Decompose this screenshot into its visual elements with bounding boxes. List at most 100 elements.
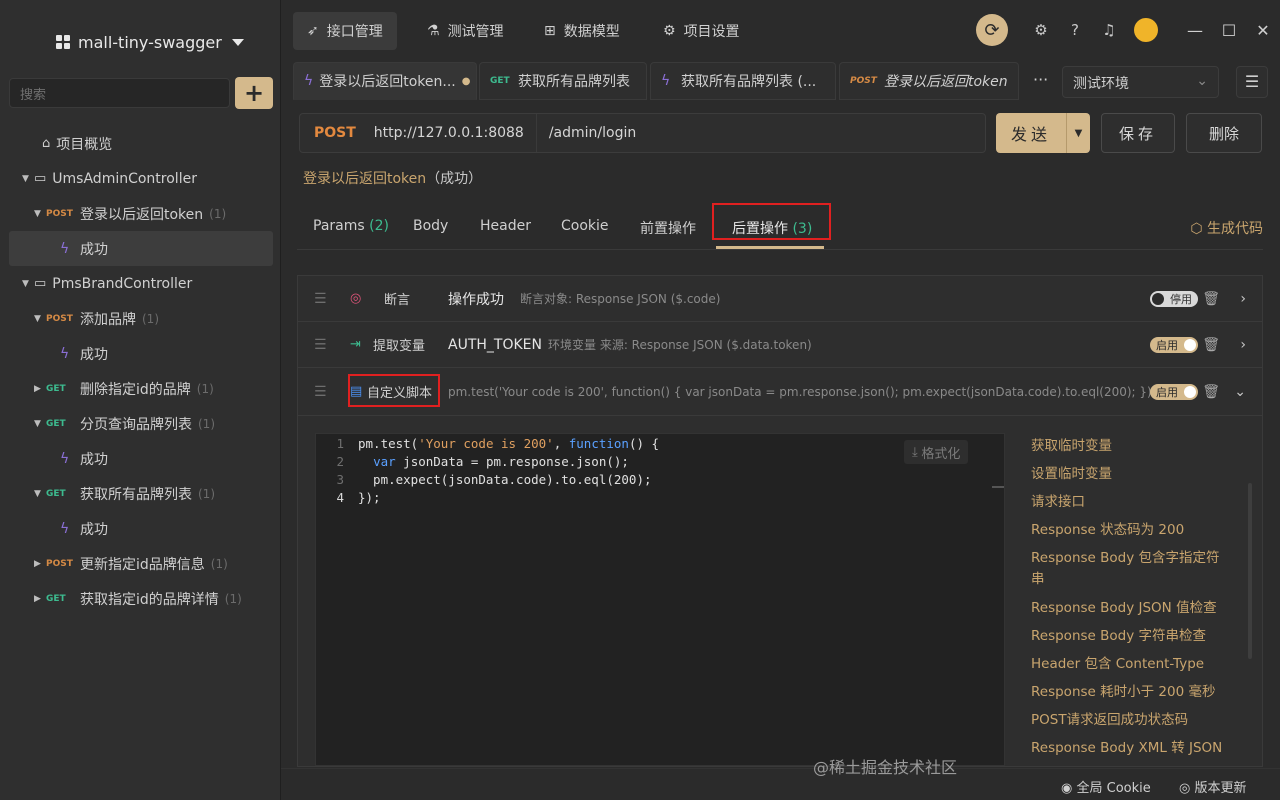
tab-cookie[interactable]: Cookie (561, 218, 609, 234)
snippet-link[interactable]: Response Body JSON 值检查 (1031, 598, 1231, 619)
environment-select[interactable]: 测试环境 ⌄ (1062, 66, 1219, 98)
folder-label: UmsAdminController (52, 170, 197, 187)
sync-button[interactable]: ⟳ (976, 14, 1008, 46)
global-cookie-button[interactable]: ◉ 全局 Cookie (1061, 777, 1151, 796)
code-line: 1 pm.test('Your code is 200', function()… (316, 436, 1004, 454)
tab-params[interactable]: Params (2) (313, 218, 389, 234)
tab-api-management[interactable]: ➶ 接口管理 (293, 12, 397, 50)
rocket-icon: ➶ (307, 23, 319, 39)
url-bar[interactable]: POST http://127.0.0.1:8088 /admin/login (299, 113, 986, 153)
version-update-button[interactable]: ◎ 版本更新 (1179, 777, 1247, 796)
request-name[interactable]: 登录以后返回token（成功） (303, 168, 482, 188)
tree-api[interactable]: ▼ POST 添加品牌 (1) (0, 301, 281, 336)
tab-body[interactable]: Body (413, 218, 448, 234)
chevron-right-icon[interactable]: › (1240, 337, 1246, 353)
tree-api[interactable]: ▼ GET 获取所有品牌列表 (1) (0, 476, 281, 511)
maximize-icon[interactable]: ☐ (1212, 21, 1246, 40)
tree-case[interactable]: ϟ 成功 (0, 336, 281, 371)
tree-api[interactable]: ▶ GET 获取指定id的品牌详情 (1) (0, 581, 281, 616)
request-tab[interactable]: ϟ 登录以后返回token... ● (293, 62, 477, 100)
bolt-icon: ϟ (60, 240, 70, 257)
scrollbar[interactable] (1248, 483, 1252, 659)
more-tabs-icon[interactable]: ··· (1033, 70, 1048, 89)
tree-case[interactable]: ϟ 成功 (0, 511, 281, 546)
extract-variable-icon: ⇥ (350, 337, 361, 352)
bolt-icon: ϟ (60, 450, 70, 467)
chevron-down-icon[interactable]: ⌄ (1234, 384, 1246, 400)
generate-code-link[interactable]: ⬡ 生成代码 (1190, 218, 1263, 238)
add-button[interactable]: + (235, 77, 273, 109)
operation-detail: 环境变量 来源: Response JSON ($.data.token) (548, 338, 812, 352)
url-host[interactable]: http://127.0.0.1:8088 (370, 125, 536, 141)
tab-pre-operations[interactable]: 前置操作 (640, 218, 696, 238)
drag-handle-icon[interactable]: ☰ (314, 337, 327, 353)
tab-project-settings[interactable]: ⚙ 项目设置 (649, 12, 754, 50)
snippet-link[interactable]: Header 包含 Content-Type (1031, 654, 1231, 675)
tab-data-model[interactable]: ⊞ 数据模型 (530, 12, 634, 50)
trash-icon[interactable]: 🗑 (1202, 384, 1220, 400)
case-label: 成功 (80, 451, 108, 468)
enable-toggle[interactable]: 启用 (1150, 336, 1198, 353)
snippet-link[interactable]: Response 耗时小于 200 毫秒 (1031, 682, 1231, 703)
enable-toggle[interactable]: 启用 (1150, 383, 1198, 400)
bell-icon[interactable]: ♫ (1092, 21, 1126, 39)
tree-api[interactable]: ▶ GET 删除指定id的品牌 (1) (0, 371, 281, 406)
chevron-down-icon: ▼ (34, 418, 41, 429)
sidebar-item-overview[interactable]: ⌂ 项目概览 (0, 126, 281, 161)
scrollbar[interactable] (992, 486, 1004, 488)
snippet-link[interactable]: Response Body 包含字指定符串 (1031, 548, 1231, 590)
drag-handle-icon[interactable]: ☰ (314, 291, 327, 307)
http-method[interactable]: POST (300, 125, 370, 141)
tree-folder[interactable]: ▼ ▭ PmsBrandController (0, 266, 281, 301)
snippet-link[interactable]: 设置临时变量 (1031, 464, 1231, 485)
tree-case-selected[interactable]: ϟ 成功 (9, 231, 273, 266)
snippet-link[interactable]: Response 状态码为 200 (1031, 520, 1231, 541)
format-button[interactable]: ⤓ 格式化 (904, 440, 969, 464)
global-cookie-label: 全局 Cookie (1076, 781, 1151, 796)
minimize-icon[interactable]: — (1178, 21, 1212, 40)
tab-label: 接口管理 (326, 24, 383, 40)
tree-api[interactable]: ▼ POST 登录以后返回token (1) (0, 196, 281, 231)
request-tab[interactable]: GET 获取所有品牌列表 (479, 62, 647, 100)
snippet-link[interactable]: 获取临时变量 (1031, 436, 1231, 457)
snippet-link[interactable]: POST请求返回成功状态码 (1031, 710, 1231, 731)
chevron-right-icon[interactable]: › (1240, 291, 1246, 307)
method-badge: GET (46, 593, 66, 604)
snippet-link[interactable]: Response Body XML 转 JSON (1031, 738, 1231, 759)
tree-case[interactable]: ϟ 成功 (0, 441, 281, 476)
url-path[interactable]: /admin/login (535, 114, 648, 152)
code-text: var jsonData = pm.response.json(); (373, 454, 629, 469)
operation-row[interactable]: ☰ ▤ 自定义脚本 pm.test('Your code is 200', fu… (298, 368, 1262, 416)
snippet-link[interactable]: Response Body 字符串检查 (1031, 626, 1231, 647)
tree-folder[interactable]: ▼ ▭ UmsAdminController (0, 161, 281, 196)
tree-api[interactable]: ▶ POST 更新指定id品牌信息 (1) (0, 546, 281, 581)
drag-handle-icon[interactable]: ☰ (314, 384, 327, 400)
project-switcher[interactable]: mall-tiny-swagger (56, 31, 244, 53)
menu-button[interactable]: ☰ (1236, 66, 1268, 98)
operation-row[interactable]: ☰ ⇥ 提取变量 AUTH_TOKEN 环境变量 来源: Response JS… (298, 322, 1262, 368)
save-button[interactable]: 保存 (1101, 113, 1175, 153)
chevron-down-icon[interactable]: ▼ (1066, 113, 1090, 153)
search-input[interactable]: 搜索 (9, 78, 230, 108)
snippet-link[interactable]: 请求接口 (1031, 492, 1231, 513)
folder-label: PmsBrandController (52, 275, 193, 292)
enable-toggle[interactable]: 停用 (1150, 290, 1198, 307)
help-icon[interactable]: ? (1058, 21, 1092, 39)
delete-button[interactable]: 删除 (1186, 113, 1262, 153)
trash-icon[interactable]: 🗑 (1202, 291, 1220, 307)
settings-icon[interactable]: ⚙ (1024, 21, 1058, 39)
trash-icon[interactable]: 🗑 (1202, 337, 1220, 353)
avatar[interactable] (1134, 18, 1158, 42)
close-icon[interactable]: ✕ (1246, 21, 1280, 40)
tree-api[interactable]: ▼ GET 分页查询品牌列表 (1) (0, 406, 281, 441)
tab-test-management[interactable]: ⚗ 测试管理 (413, 12, 518, 50)
operation-row[interactable]: ☰ ◎ 断言 操作成功 断言对象: Response JSON ($.code)… (298, 276, 1262, 322)
tab-header[interactable]: Header (480, 218, 531, 234)
code-line: 2 var jsonData = pm.response.json(); (316, 454, 1004, 472)
bolt-icon: ϟ (661, 73, 671, 89)
request-tab-preview[interactable]: POST 登录以后返回token (839, 62, 1019, 100)
request-status: （成功） (426, 171, 483, 187)
request-tab[interactable]: ϟ 获取所有品牌列表 (... (650, 62, 836, 100)
script-editor[interactable]: 1 pm.test('Your code is 200', function()… (315, 433, 1005, 766)
send-button[interactable]: 发送 ▼ (996, 113, 1090, 153)
